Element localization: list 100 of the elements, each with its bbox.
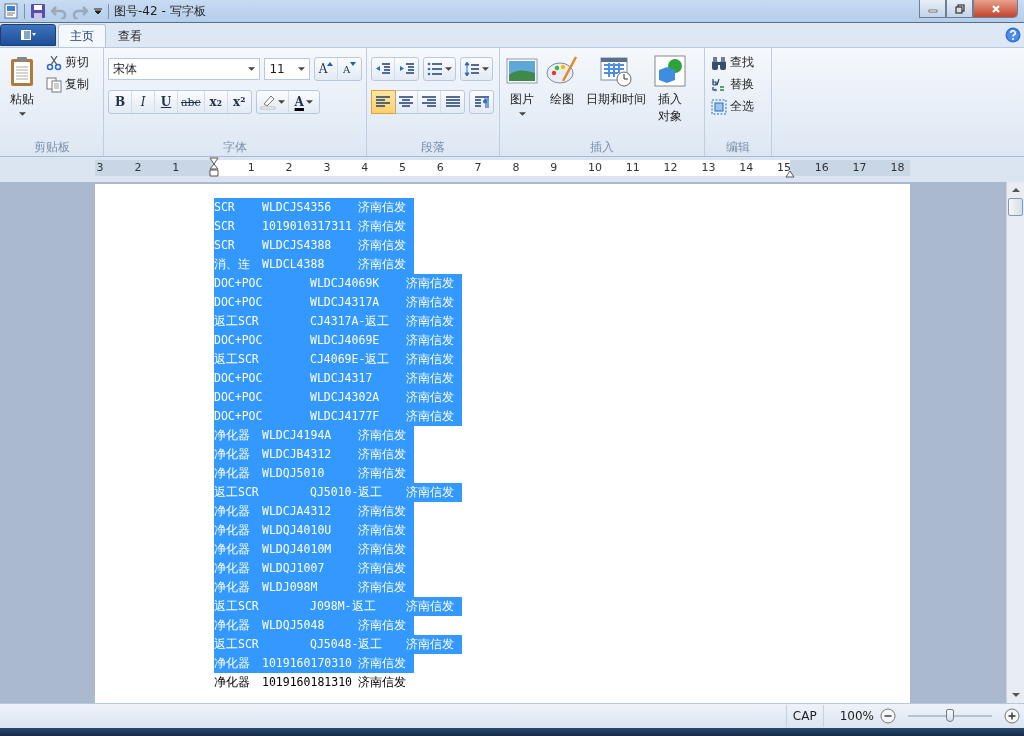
down-triangle-icon: [350, 62, 357, 66]
scroll-thumb[interactable]: [1008, 198, 1023, 216]
app-menu-button[interactable]: [0, 24, 56, 46]
right-indent-marker-icon[interactable]: [785, 170, 795, 178]
ruler-number: 1: [247, 161, 255, 175]
replace-button[interactable]: 替换: [709, 75, 756, 94]
help-icon[interactable]: [1005, 27, 1021, 43]
window-title: 图号-42 - 写字板: [114, 2, 206, 20]
scroll-up-icon[interactable]: [1011, 188, 1020, 192]
font-size-dropdown[interactable]: 11: [264, 58, 310, 80]
ruler-number: 3: [96, 161, 104, 175]
copy-icon: [46, 76, 62, 93]
paste-button[interactable]: 粘贴: [4, 51, 40, 138]
caret-icon: [445, 67, 452, 71]
ruler-number: 10: [588, 161, 602, 175]
select-all-icon: [711, 98, 727, 115]
close-button[interactable]: [973, 0, 1018, 18]
ruler-number: 11: [625, 161, 640, 175]
ruler-number: 18: [890, 161, 905, 175]
picture-button[interactable]: 图片: [504, 51, 540, 138]
find-button[interactable]: 查找: [709, 53, 756, 72]
subscript-button[interactable]: x₂: [204, 91, 228, 113]
decrease-indent-icon: [375, 61, 391, 77]
align-left-icon: [375, 94, 391, 110]
caret-icon: [248, 67, 256, 71]
paragraph-icon: [473, 94, 490, 110]
indent-marker-icon[interactable]: [209, 157, 219, 177]
ruler-number: 2: [134, 161, 142, 175]
bold-button[interactable]: B: [109, 91, 132, 113]
caps-lock-indicator: CAP: [785, 705, 824, 727]
binoculars-icon: [711, 54, 727, 71]
highlighter-icon: [259, 94, 276, 110]
document-icon: [20, 27, 36, 43]
ruler-number: 14: [739, 161, 754, 175]
slider-thumb[interactable]: [946, 709, 954, 722]
vertical-scrollbar[interactable]: [1006, 182, 1024, 703]
ruler-number: 17: [852, 161, 867, 175]
align-justify-icon: [444, 94, 461, 110]
font-color-button[interactable]: A: [288, 91, 319, 113]
date-time-button[interactable]: 日期和时间: [584, 51, 648, 138]
ribbon-tab[interactable]: 查看: [106, 24, 154, 47]
caret-icon: [305, 100, 313, 104]
bullet-list-icon: [427, 61, 443, 77]
ruler-number: 9: [550, 161, 558, 175]
scroll-down-icon[interactable]: [1011, 693, 1020, 697]
close-icon: [990, 3, 1001, 14]
grow-font-button[interactable]: A: [315, 58, 338, 80]
calendar-clock-icon: [600, 55, 632, 87]
dropdown-icon[interactable]: [93, 6, 103, 16]
ruler-number: 13: [701, 161, 716, 175]
increase-indent-icon: [398, 61, 415, 77]
restore-button[interactable]: [946, 0, 973, 18]
underline-button[interactable]: U: [155, 91, 178, 113]
text-line: 净化器 1019160181310 济南信发: [214, 674, 407, 691]
ruler-number: 8: [512, 161, 520, 175]
ruler-number: 2: [285, 161, 293, 175]
ruler-number: 16: [814, 161, 829, 175]
restore-icon: [954, 3, 965, 14]
group-label: 剪贴板: [32, 139, 71, 156]
paint-drawing-button[interactable]: 绘图: [544, 51, 580, 138]
scissors-icon: [46, 54, 62, 71]
italic-button[interactable]: I: [132, 91, 155, 113]
line-spacing-icon: [464, 61, 480, 77]
zoom-level: 100%: [839, 709, 874, 723]
minimize-button[interactable]: [919, 0, 946, 18]
superscript-button[interactable]: x²: [227, 91, 251, 113]
replace-icon: [711, 76, 727, 93]
caret-icon: [298, 67, 305, 71]
zoom-out-icon[interactable]: [880, 708, 896, 724]
caret-icon: [518, 112, 526, 116]
strikethrough-button[interactable]: abc: [178, 91, 205, 113]
align-left-button[interactable]: [372, 91, 395, 113]
copy-button[interactable]: 复制: [44, 75, 91, 94]
save-icon[interactable]: [30, 3, 46, 19]
caret-icon: [482, 67, 489, 71]
group-label: 段落: [420, 139, 446, 156]
align-center-icon: [398, 94, 414, 110]
insert-object-button[interactable]: 插入 对象: [652, 51, 688, 138]
ruler-number: 3: [323, 161, 331, 175]
ruler-number: 1: [172, 161, 180, 175]
group-label: 字体: [222, 139, 248, 156]
ruler-number: 12: [663, 161, 678, 175]
caret-icon: [18, 112, 26, 116]
up-triangle-icon: [327, 62, 334, 66]
shrink-font-button[interactable]: A: [338, 58, 361, 80]
cut-button[interactable]: 剪切: [44, 53, 91, 72]
ruler-number: 4: [361, 161, 369, 175]
ruler-number: 6: [436, 161, 444, 175]
ribbon-tab[interactable]: 主页: [58, 24, 106, 47]
ruler-number: 15: [777, 161, 791, 175]
ruler-number: 7: [474, 161, 482, 175]
group-label: 插入: [589, 139, 615, 156]
landscape-icon: [506, 55, 538, 87]
zoom-slider[interactable]: [908, 708, 992, 724]
ruler-number: 5: [399, 161, 406, 175]
zoom-in-icon[interactable]: [1004, 708, 1020, 724]
app-icon: [3, 3, 19, 19]
font-family-dropdown[interactable]: 宋体: [108, 58, 261, 80]
group-label: 编辑: [725, 139, 751, 156]
select-all-button[interactable]: 全选: [709, 97, 756, 116]
